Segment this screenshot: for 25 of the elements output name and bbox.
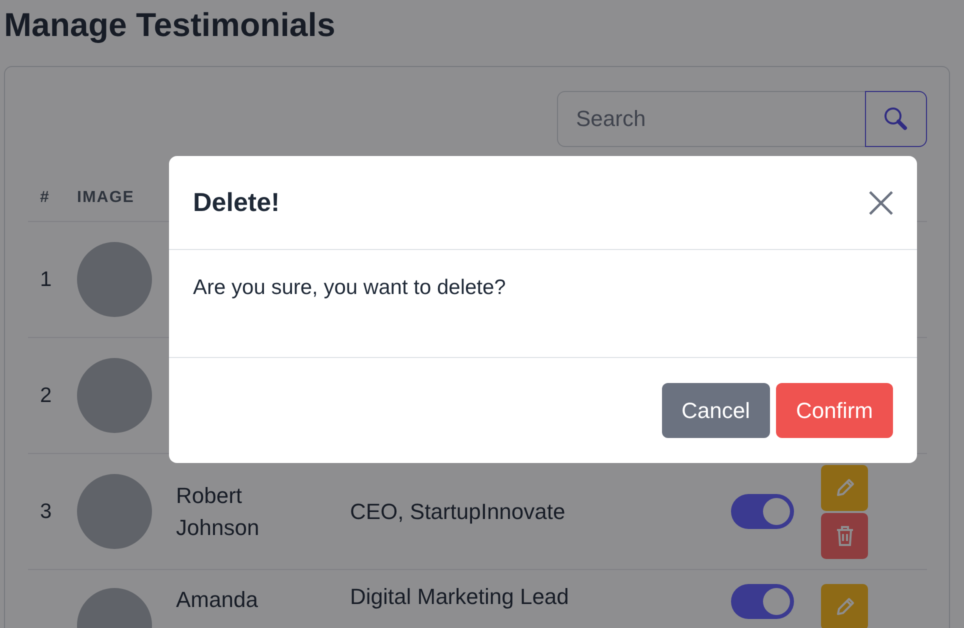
row-number: 1 (39, 268, 53, 292)
person-position: CEO, StartupInnovate (350, 498, 566, 524)
person-name: Robert Johnson (176, 482, 260, 542)
person-position: Digital Marketing Lead (350, 584, 569, 609)
column-header: # (39, 189, 51, 207)
dialog-title: Delete! (193, 187, 280, 218)
close-button[interactable] (867, 188, 895, 216)
search-icon (883, 106, 909, 132)
row-number: 3 (39, 500, 53, 524)
cancel-button[interactable]: Cancel (662, 383, 770, 438)
edit-button[interactable] (821, 464, 868, 510)
edit-button[interactable] (821, 584, 868, 628)
delete-button[interactable] (821, 512, 868, 558)
status-toggle[interactable] (731, 584, 794, 619)
search-field[interactable]: Search (557, 91, 865, 147)
status-toggle[interactable] (731, 494, 794, 529)
trash-icon (834, 524, 854, 546)
search-button[interactable] (865, 91, 927, 147)
confirm-button[interactable]: Confirm (776, 383, 893, 438)
close-icon (867, 188, 895, 216)
dialog-message: Are you sure, you want to delete? (193, 276, 506, 300)
page-title: Manage Testimonials (4, 6, 336, 44)
column-header: IMAGE (77, 189, 136, 207)
person-name: Amanda (176, 586, 259, 614)
row-number: 2 (39, 384, 53, 408)
